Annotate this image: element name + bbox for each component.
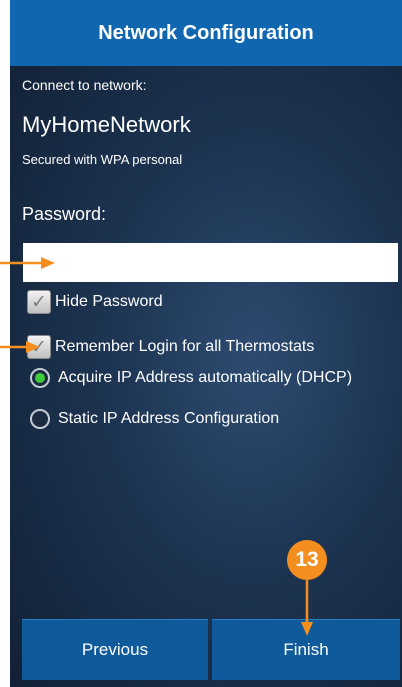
dhcp-radio[interactable] xyxy=(30,368,50,388)
static-ip-radio[interactable] xyxy=(30,409,50,429)
dhcp-label: Acquire IP Address automatically (DHCP) xyxy=(58,369,353,386)
finish-button-label: Finish xyxy=(283,640,329,659)
password-input[interactable] xyxy=(23,243,398,282)
static-ip-option[interactable]: Static IP Address Configuration xyxy=(30,409,279,429)
finish-button[interactable]: Finish xyxy=(212,619,400,680)
remember-login-option[interactable]: ✓ Remember Login for all Thermostats xyxy=(27,335,314,359)
remember-login-checkbox[interactable]: ✓ xyxy=(27,335,51,359)
checkmark-icon: ✓ xyxy=(31,336,47,358)
radio-selected-dot xyxy=(35,373,45,383)
password-label: Password: xyxy=(22,204,107,224)
security-type: Secured with WPA personal xyxy=(22,152,183,167)
thermostat-screen: Network Configuration Connect to network… xyxy=(10,0,402,687)
header-bar: Network Configuration xyxy=(10,0,402,66)
previous-button-label: Previous xyxy=(81,640,149,659)
hide-password-option[interactable]: ✓ Hide Password xyxy=(27,290,163,314)
static-ip-label: Static IP Address Configuration xyxy=(58,410,280,427)
network-name: MyHomeNetwork xyxy=(22,112,191,137)
page-title: Network Configuration xyxy=(98,21,314,44)
hide-password-label: Hide Password xyxy=(55,293,163,310)
hide-password-checkbox[interactable]: ✓ xyxy=(27,290,51,314)
dhcp-option[interactable]: Acquire IP Address automatically (DHCP) xyxy=(30,368,352,388)
remember-login-label: Remember Login for all Thermostats xyxy=(55,338,315,355)
connect-to-network-label: Connect to network: xyxy=(22,77,147,93)
previous-button[interactable]: Previous xyxy=(22,619,208,680)
checkmark-icon: ✓ xyxy=(31,291,47,313)
step-badge: 13 xyxy=(287,540,327,580)
